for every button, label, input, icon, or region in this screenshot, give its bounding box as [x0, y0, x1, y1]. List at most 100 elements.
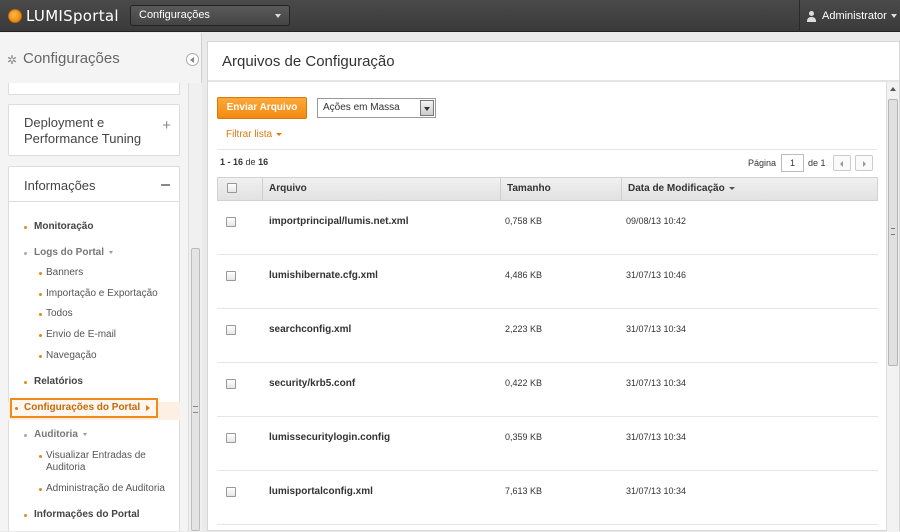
file-name[interactable]: lumissecuritylogin.config: [269, 432, 390, 443]
table-row[interactable]: lumissecuritylogin.config 0,359 KB 31/07…: [217, 417, 878, 471]
select-all-checkbox[interactable]: [227, 183, 237, 193]
sidebar-panel-previous: [8, 83, 180, 95]
filter-list-link[interactable]: Filtrar lista: [226, 129, 283, 140]
nav-item-informacoes-portal[interactable]: Informações do Portal: [34, 509, 140, 520]
chevron-down-icon: [109, 250, 113, 254]
user-menu[interactable]: Administrator: [806, 9, 897, 23]
page-input[interactable]: 1: [781, 154, 804, 172]
column-header-data[interactable]: Data de Modificação: [621, 178, 877, 200]
nav-item-monitoracao[interactable]: Monitoração: [34, 221, 93, 232]
nav-label: Logs do Portal: [34, 247, 104, 258]
content-scrollbar[interactable]: [886, 82, 899, 532]
prev-page-button[interactable]: [833, 155, 851, 171]
nav-item-navegacao[interactable]: Navegação: [46, 350, 97, 361]
bullet-icon: [24, 226, 27, 229]
table-row[interactable]: lumisportalconfig.xml 7,613 KB 31/07/13 …: [217, 471, 878, 525]
chevron-down-icon[interactable]: [420, 100, 434, 116]
page-label: Página: [748, 158, 777, 168]
sidebar-scroll-area: Deployment e Performance Tuning + Inform…: [0, 83, 188, 531]
column-header-tamanho[interactable]: Tamanho: [500, 178, 621, 200]
bullet-icon: [39, 355, 42, 358]
nav-label: Configurações do Portal: [24, 402, 141, 413]
bulk-actions-value: Ações em Massa: [323, 102, 400, 113]
bullet-icon: [39, 272, 42, 275]
sort-desc-icon: [728, 186, 735, 190]
panel-header[interactable]: Informações: [9, 167, 179, 202]
chevron-down-icon: [276, 132, 283, 136]
scrollbar-thumb[interactable]: [888, 99, 898, 366]
logo[interactable]: LUMISportal: [8, 7, 119, 25]
user-name: Administrator: [822, 10, 887, 22]
file-date: 09/08/13 10:42: [626, 216, 687, 226]
table-row[interactable]: searchconfig.xml 2,223 KB 31/07/13 10:34: [217, 309, 878, 363]
bullet-icon: [39, 313, 42, 316]
file-name[interactable]: security/krb5.conf: [269, 378, 355, 389]
collapse-panel-icon[interactable]: [161, 184, 170, 186]
file-name[interactable]: importprincipal/lumis.net.xml: [269, 216, 408, 227]
chevron-right-icon: [146, 405, 150, 411]
column-header-arquivo[interactable]: Arquivo: [262, 178, 500, 200]
row-checkbox[interactable]: [226, 487, 236, 497]
table-row[interactable]: importprincipal/lumis.net.xml 0,758 KB 0…: [217, 201, 878, 255]
nav-item-administracao-auditoria[interactable]: Administração de Auditoria: [46, 483, 165, 494]
file-date: 31/07/13 10:34: [626, 432, 687, 442]
nav-item-todos[interactable]: Todos: [46, 308, 73, 319]
scrollbar-thumb[interactable]: [191, 248, 200, 531]
main-content: Arquivos de Configuração Enviar Arquivo …: [207, 41, 900, 532]
gear-icon: ✲: [7, 53, 18, 67]
bullet-icon: [24, 381, 27, 384]
user-icon: [806, 10, 817, 22]
scroll-up-icon[interactable]: [890, 87, 896, 91]
nav-item-auditoria[interactable]: Auditoria: [34, 429, 87, 440]
content-header: Arquivos de Configuração: [208, 42, 899, 82]
file-name[interactable]: lumisportalconfig.xml: [269, 486, 373, 497]
bullet-icon: [39, 293, 42, 296]
bulk-actions-select[interactable]: Ações em Massa: [317, 98, 436, 118]
context-select-value: Configurações: [139, 9, 210, 21]
table-row[interactable]: security/krb5.conf 0,422 KB 31/07/13 10:…: [217, 363, 878, 417]
nav-item-envio-email[interactable]: Envio de E-mail: [46, 329, 116, 340]
divider: [217, 149, 877, 150]
file-date: 31/07/13 10:34: [626, 324, 687, 334]
panel-title: Informações: [24, 178, 96, 193]
nav-item-banners[interactable]: Banners: [46, 267, 83, 278]
file-size: 4,486 KB: [505, 270, 543, 280]
row-checkbox[interactable]: [226, 379, 236, 389]
page-of: de 1: [808, 158, 826, 168]
nav-item-logs[interactable]: Logs do Portal: [34, 247, 113, 258]
nav-item-relatorios[interactable]: Relatórios: [34, 376, 83, 387]
upload-file-button[interactable]: Enviar Arquivo: [217, 97, 307, 119]
expand-icon[interactable]: +: [162, 117, 171, 134]
nav-label: Auditoria: [34, 429, 78, 440]
next-page-button[interactable]: [855, 155, 873, 171]
sidebar-title: Configurações: [23, 50, 120, 67]
context-select[interactable]: Configurações: [130, 5, 290, 26]
divider: [799, 0, 800, 32]
bullet-icon: [24, 514, 27, 517]
chevron-down-icon: [890, 14, 897, 18]
sidebar-panel-deployment[interactable]: Deployment e Performance Tuning +: [8, 104, 180, 156]
sidebar-scrollbar[interactable]: [188, 83, 202, 531]
bullet-icon: [39, 334, 42, 337]
nav-item-visualizar-auditoria[interactable]: Visualizar Entradas de Auditoria: [46, 450, 146, 474]
sidebar-header: ✲ Configurações: [0, 33, 202, 83]
chevron-down-icon: [275, 14, 281, 18]
file-date: 31/07/13 10:34: [626, 486, 687, 496]
result-count: 1 - 16 de 16: [220, 157, 268, 167]
bullet-icon: [24, 434, 27, 437]
row-checkbox[interactable]: [226, 325, 236, 335]
file-name[interactable]: searchconfig.xml: [269, 324, 351, 335]
row-checkbox[interactable]: [226, 271, 236, 281]
nav-item-configuracoes-portal[interactable]: Configurações do Portal: [10, 398, 158, 418]
sidebar: ✲ Configurações Deployment e Performance…: [0, 33, 202, 531]
row-checkbox[interactable]: [226, 433, 236, 443]
file-date: 31/07/13 10:46: [626, 270, 687, 280]
result-total: 16: [258, 157, 269, 167]
file-name[interactable]: lumishibernate.cfg.xml: [269, 270, 378, 281]
bullet-icon: [24, 252, 27, 255]
table-row[interactable]: lumishibernate.cfg.xml 4,486 KB 31/07/13…: [217, 255, 878, 309]
nav-item-importacao[interactable]: Importação e Exportação: [46, 288, 158, 299]
row-checkbox[interactable]: [226, 217, 236, 227]
collapse-icon[interactable]: [186, 53, 199, 66]
bullet-icon: [39, 455, 42, 458]
